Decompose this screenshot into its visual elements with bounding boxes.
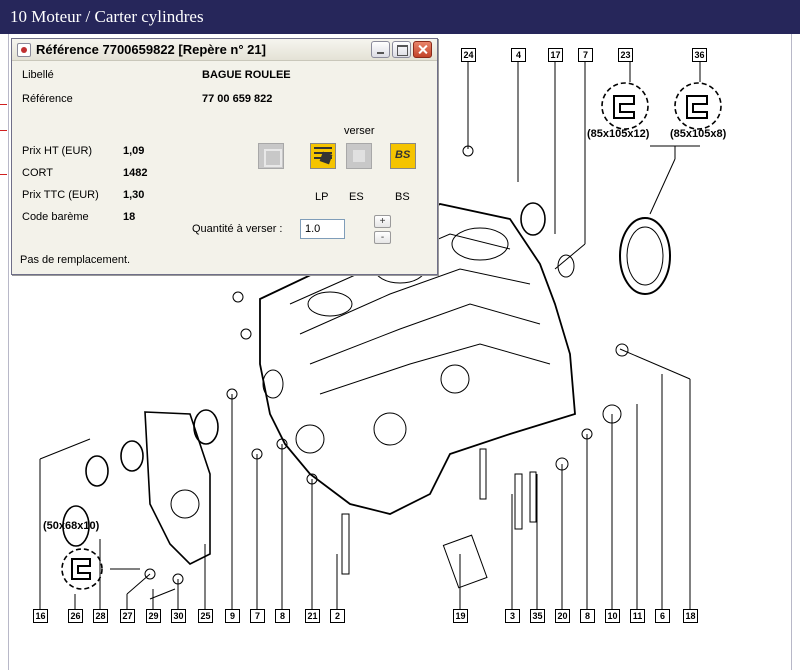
callout-18[interactable]: 18: [683, 609, 698, 623]
callout-25[interactable]: 25: [198, 609, 213, 623]
callout-23[interactable]: 23: [618, 48, 633, 62]
prix-ttc-label: Prix TTC (EUR): [22, 189, 99, 201]
es-button[interactable]: [346, 143, 372, 169]
seal-size-label: (85x105x8): [670, 128, 727, 140]
quantity-label: Quantité à verser :: [192, 223, 283, 235]
callout-36[interactable]: 36: [692, 48, 707, 62]
callout-19[interactable]: 19: [453, 609, 468, 623]
callout-7[interactable]: 7: [578, 48, 593, 62]
verser-label: verser: [344, 125, 375, 137]
callout-21[interactable]: 21: [305, 609, 320, 623]
page-title: 10 Moteur / Carter cylindres: [10, 7, 204, 26]
libelle-label: Libellé: [22, 69, 54, 81]
bs-button[interactable]: [390, 143, 416, 169]
seal-size-label: (50x68x10): [43, 520, 100, 532]
callout-27[interactable]: 27: [120, 609, 135, 623]
quantity-plus-button[interactable]: +: [374, 215, 391, 228]
bs-caption: BS: [395, 191, 410, 203]
app-icon: [17, 43, 31, 57]
callout-26[interactable]: 26: [68, 609, 83, 623]
reference-label: Référence: [22, 93, 73, 105]
dialog-title-bar[interactable]: Référence 7700659822 [Repère n° 21]: [12, 39, 437, 61]
right-frame-border: [791, 34, 800, 670]
callout-8-right[interactable]: 8: [580, 609, 595, 623]
callout-6[interactable]: 6: [655, 609, 670, 623]
minimize-button[interactable]: [371, 41, 390, 58]
callout-10[interactable]: 10: [605, 609, 620, 623]
callout-28[interactable]: 28: [93, 609, 108, 623]
es-caption: ES: [349, 191, 364, 203]
marker-tick: [0, 104, 7, 105]
callout-3[interactable]: 3: [505, 609, 520, 623]
callout-29[interactable]: 29: [146, 609, 161, 623]
quantity-minus-button[interactable]: -: [374, 231, 391, 244]
callout-9[interactable]: 9: [225, 609, 240, 623]
disabled-tool-button[interactable]: [258, 143, 284, 169]
lp-caption: LP: [315, 191, 329, 203]
callout-17[interactable]: 17: [548, 48, 563, 62]
callout-11[interactable]: 11: [630, 609, 645, 623]
prix-ht-value: 1,09: [123, 145, 145, 157]
code-bareme-value: 18: [123, 211, 136, 223]
left-frame-border: [0, 34, 9, 670]
seal-size-label: (85x105x12): [587, 128, 650, 140]
status-text: Pas de remplacement.: [20, 254, 131, 266]
callout-4[interactable]: 4: [511, 48, 526, 62]
close-button[interactable]: [413, 41, 432, 58]
code-bareme-label: Code barème: [22, 211, 89, 223]
marker-tick: [0, 130, 7, 131]
app-title-bar: 10 Moteur / Carter cylindres: [0, 0, 800, 34]
cort-label: CORT: [22, 167, 53, 179]
callout-16[interactable]: 16: [33, 609, 48, 623]
reference-value: 77 00 659 822: [202, 93, 273, 105]
marker-tick: [0, 174, 7, 175]
libelle-value: BAGUE ROULEE: [202, 69, 291, 81]
lp-button[interactable]: [310, 143, 336, 169]
callout-7-bottom[interactable]: 7: [250, 609, 265, 623]
prix-ttc-value: 1,30: [123, 189, 145, 201]
callout-24[interactable]: 24: [461, 48, 476, 62]
callout-20[interactable]: 20: [555, 609, 570, 623]
quantity-input[interactable]: 1.0: [300, 219, 345, 239]
maximize-button[interactable]: [392, 41, 411, 58]
callout-35[interactable]: 35: [530, 609, 545, 623]
callout-8[interactable]: 8: [275, 609, 290, 623]
dialog-title: Référence 7700659822 [Repère n° 21]: [36, 42, 266, 57]
reference-dialog[interactable]: Référence 7700659822 [Repère n° 21] Libe…: [11, 38, 438, 275]
cort-value: 1482: [123, 167, 148, 179]
callout-2[interactable]: 2: [330, 609, 345, 623]
callout-30[interactable]: 30: [171, 609, 186, 623]
prix-ht-label: Prix HT (EUR): [22, 145, 93, 157]
